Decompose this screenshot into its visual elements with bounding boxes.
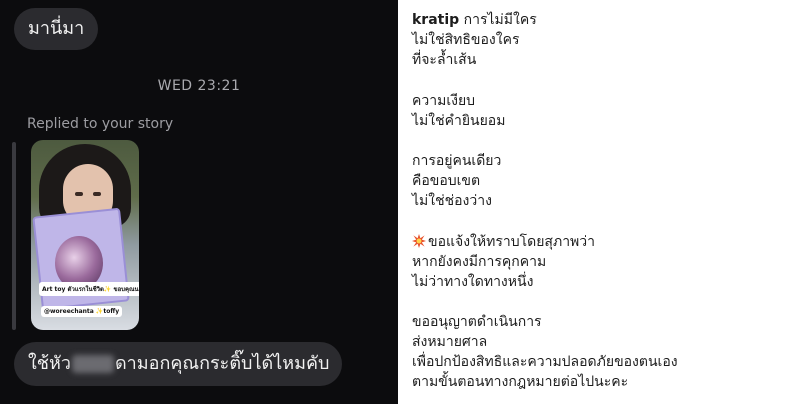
story-photo-eye <box>93 192 101 196</box>
story-mention-sticker: @woreechanta ✨toffy <box>41 306 123 317</box>
caption-first-line: kratip การไม่มีใคร <box>412 10 792 30</box>
caption-line: หากยังคงมีการคุกคาม <box>412 253 547 270</box>
reply-note: Replied to your story <box>27 116 174 132</box>
post-caption: kratip การไม่มีใคร ไม่ใช่สิทธิของใคร ที่… <box>412 10 792 392</box>
message-text: มานี่มา <box>28 18 85 39</box>
stanza-gap <box>412 70 792 91</box>
collision-icon <box>412 233 426 248</box>
message-text-end: ดามอกคุณกระติ๊บได้ไหมคับ <box>114 353 330 374</box>
caption-line: เพื่อปกป้องสิทธิและความปลอดภัยของตนเอง <box>412 354 678 370</box>
caption-line: คือขอบเขต <box>412 173 481 189</box>
caption-line: การไม่มีใคร <box>459 12 537 28</box>
stanza-gap <box>412 131 792 152</box>
caption-username[interactable]: kratip <box>412 12 459 28</box>
censored-word <box>71 355 114 373</box>
caption-notice-line: ขอแจ้งให้ทราบโดยสุภาพว่า <box>412 232 792 252</box>
message-bubble-received[interactable]: ใช้หัว ดามอกคุณกระติ๊บได้ไหมคับ <box>14 342 342 386</box>
chat-panel: มานี่มา WED 23:21 Replied to your story … <box>0 0 398 404</box>
message-text-start: ใช้หัว <box>28 353 71 374</box>
story-photo-eye <box>75 192 83 196</box>
story-thumbnail[interactable]: Art toy ตัวแรกในชีวิต✨ ขอบคุณนะคะ @woree… <box>31 140 139 330</box>
message-bubble-received[interactable]: มานี่มา <box>14 8 98 50</box>
stanza-gap <box>412 211 792 232</box>
caption-line: ส่งหมายศาล <box>412 334 488 350</box>
caption-line: ที่จะล้ำเส้น <box>412 52 477 68</box>
stanza-gap <box>412 292 792 313</box>
caption-line: ไม่ใช่ช่องว่าง <box>412 193 492 209</box>
reply-indicator-bar <box>12 142 16 330</box>
story-caption-sticker: Art toy ตัวแรกในชีวิต✨ ขอบคุณนะคะ <box>39 282 139 296</box>
caption-line: ขอแจ้งให้ทราบโดยสุภาพว่า <box>428 233 596 250</box>
caption-line: ขออนุญาตดำเนินการ <box>412 314 542 330</box>
caption-line: ไม่ว่าทางใดทางหนึ่ง <box>412 273 534 290</box>
caption-line: ตามขั้นตอนทางกฎหมายต่อไปนะคะ <box>412 374 629 390</box>
caption-line: ไม่ใช่สิทธิของใคร <box>412 32 520 48</box>
caption-line: ไม่ใช่คำยินยอม <box>412 112 506 129</box>
caption-line: ความเงียบ <box>412 92 476 109</box>
message-timestamp: WED 23:21 <box>157 78 241 94</box>
caption-line: การอยู่คนเดียว <box>412 153 502 169</box>
